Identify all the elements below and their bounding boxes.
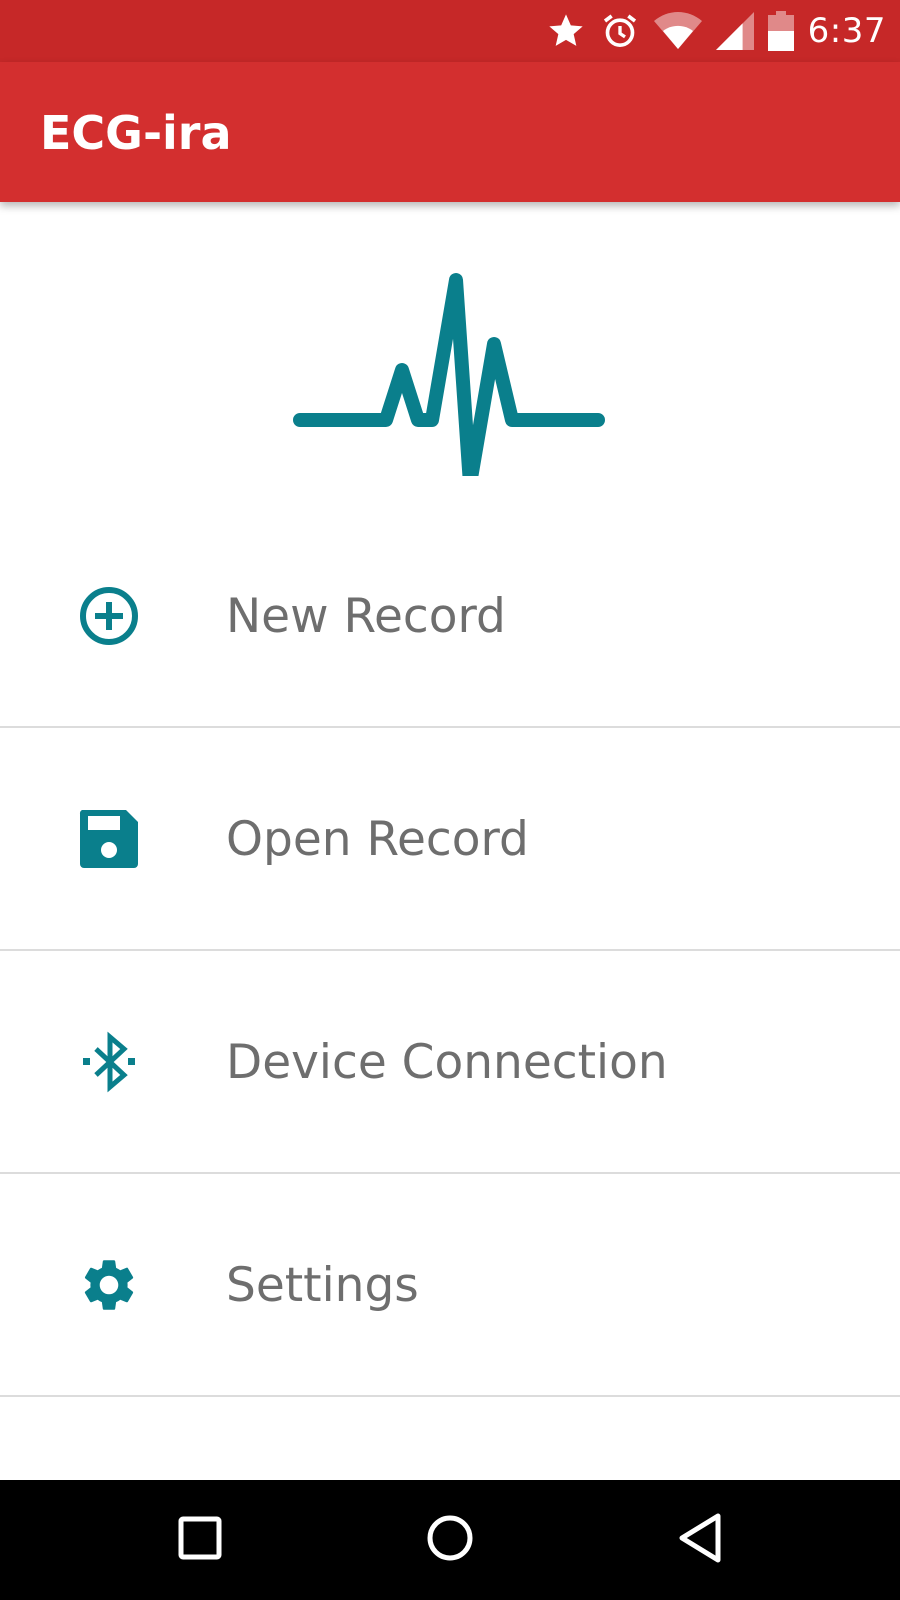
- recents-icon: [178, 1516, 222, 1565]
- recents-button[interactable]: [140, 1480, 260, 1600]
- home-icon: [426, 1514, 474, 1567]
- alarm-icon: [600, 11, 640, 51]
- menu-item-label: Settings: [226, 1258, 419, 1313]
- back-button[interactable]: [640, 1480, 760, 1600]
- back-icon: [676, 1512, 724, 1569]
- star-icon: [546, 11, 586, 51]
- menu-item-open-record[interactable]: Open Record: [0, 728, 900, 951]
- bluetooth-searching-icon: [78, 1031, 140, 1093]
- menu-item-device-connection[interactable]: Device Connection: [0, 951, 900, 1174]
- gear-icon: [78, 1254, 140, 1316]
- hero-area: [0, 202, 900, 502]
- wifi-icon: [653, 11, 702, 51]
- menu-item-settings[interactable]: Settings: [0, 1174, 900, 1397]
- status-bar: 6:37: [0, 0, 900, 62]
- menu-item-label: New Record: [226, 589, 506, 644]
- ecg-pulse-icon: [293, 273, 605, 476]
- menu-item-label: Open Record: [226, 812, 529, 867]
- main-menu: New Record Open Record Device Connection: [0, 505, 900, 1397]
- home-button[interactable]: [390, 1480, 510, 1600]
- battery-icon: [767, 11, 794, 51]
- status-icons: 6:37: [546, 0, 886, 62]
- signal-icon: [715, 11, 754, 51]
- floppy-disk-icon: [78, 808, 140, 870]
- add-circle-icon: [78, 585, 140, 647]
- menu-item-label: Device Connection: [226, 1035, 668, 1090]
- status-time: 6:37: [807, 11, 886, 51]
- app-bar: ECG-ira: [0, 62, 900, 202]
- navigation-bar: [0, 1480, 900, 1600]
- menu-item-new-record[interactable]: New Record: [0, 505, 900, 728]
- app-title: ECG-ira: [40, 106, 232, 160]
